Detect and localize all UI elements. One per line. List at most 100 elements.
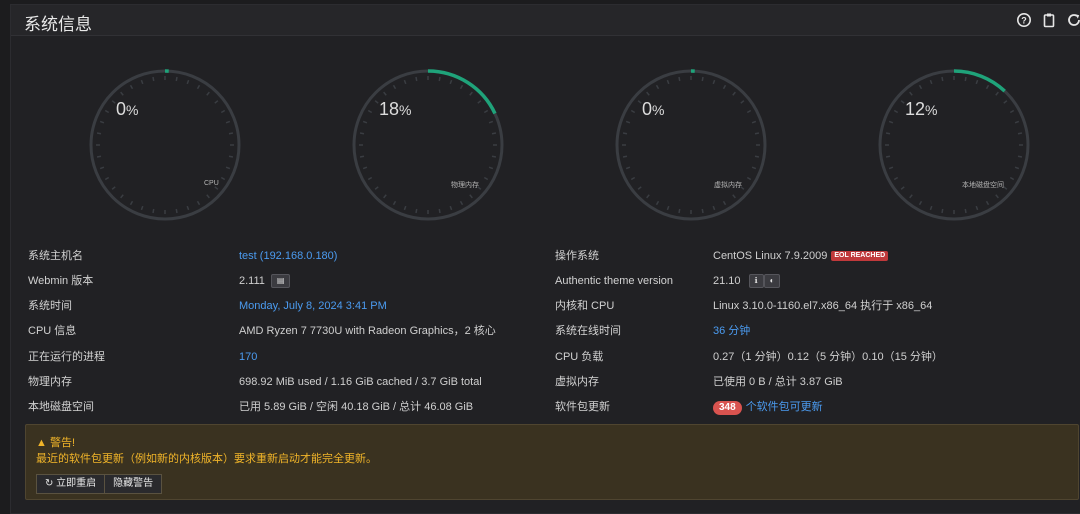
- gauge-tick: [1009, 109, 1015, 114]
- gauge-tick: [995, 91, 999, 96]
- gauge-tick: [483, 176, 489, 181]
- gauge-tick: [415, 208, 418, 214]
- gauge-dial: [878, 69, 1030, 221]
- gauge-tick: [975, 79, 979, 85]
- panel-title: 系统信息: [24, 15, 92, 34]
- processes-link[interactable]: 170: [239, 347, 257, 367]
- gauge-tick: [964, 76, 967, 82]
- gauge-value-arc: [953, 69, 1006, 93]
- gauge-tick: [186, 205, 190, 211]
- gauge-tick: [637, 100, 642, 104]
- clipboard-icon[interactable]: [1041, 12, 1057, 28]
- gauge-tick: [392, 84, 397, 90]
- gauge-tick: [625, 166, 631, 170]
- gauge-tick: [488, 120, 494, 124]
- gauge-tick: [491, 155, 497, 158]
- info-key: 本地磁盘空间: [28, 401, 94, 413]
- gauge-tick: [701, 76, 704, 82]
- gauge-tick: [374, 186, 379, 190]
- info-key: 操作系统: [555, 250, 599, 262]
- restart-button[interactable]: ↻ 立即重启: [36, 474, 106, 494]
- gauge-tick: [985, 200, 990, 206]
- gauge-tick: [383, 194, 387, 199]
- gauge-tick: [220, 176, 226, 181]
- gauge-tick: [403, 79, 407, 85]
- system-info-panel: 系统信息 ? 0% CPU 18% 物理内存 0% 虚拟内存 12% 本地磁盘空…: [10, 4, 1080, 514]
- gauge-tick: [625, 120, 631, 124]
- gauge-tick: [751, 166, 757, 170]
- help-icon[interactable]: ?: [1016, 12, 1032, 28]
- gauge-tick: [104, 109, 110, 114]
- gauge-tick: [1003, 100, 1008, 104]
- gauge-tick: [220, 109, 226, 114]
- gauge-track: [89, 69, 241, 221]
- gauge-tick: [186, 79, 190, 85]
- gauge-tick: [206, 91, 210, 96]
- gauge-tick: [359, 132, 365, 135]
- system-time-link[interactable]: Monday, July 8, 2024 3:41 PM: [239, 296, 387, 316]
- gauge-label: CPU: [204, 180, 219, 187]
- gauge-tick: [885, 155, 891, 158]
- changelog-button[interactable]: ▤: [270, 274, 291, 289]
- info-value: 已使用 0 B / 总计 3.87 GiB: [713, 376, 843, 388]
- gauge-tick: [754, 155, 760, 158]
- info-value: 2.111: [239, 275, 265, 287]
- gauge-tick: [214, 186, 219, 190]
- gauge-tick: [196, 200, 201, 206]
- gauge-tick: [740, 100, 745, 104]
- gauge-tick: [96, 155, 102, 158]
- gauge-tick: [469, 194, 473, 199]
- info-value: Linux 3.10.0-1160.el7.x86_64 执行于 x86_64: [713, 300, 933, 312]
- gauge-tick: [438, 208, 441, 214]
- uptime-link[interactable]: 36 分钟: [713, 321, 750, 341]
- package-updates-link[interactable]: 个软件包可更新: [746, 401, 823, 413]
- gauge-tick: [491, 132, 497, 135]
- gauge-tick: [152, 76, 155, 82]
- gauge-swap: 0% 虚拟内存: [611, 65, 771, 225]
- gauge-tick: [362, 166, 368, 170]
- gauge-tick: [96, 132, 102, 135]
- gauge-tick: [732, 194, 736, 199]
- gauge-tick: [367, 109, 373, 114]
- gauge-tick: [1017, 155, 1023, 158]
- info-key: 内核和 CPU: [555, 300, 615, 312]
- gauge-tick: [712, 79, 716, 85]
- refresh-icon[interactable]: [1066, 12, 1080, 28]
- hostname-link[interactable]: test (192.168.0.180): [239, 246, 337, 266]
- gauge-tick: [678, 208, 681, 214]
- refresh-icon: ↻: [45, 478, 54, 489]
- gauge-tick: [483, 109, 489, 114]
- gauge-track: [878, 69, 1030, 221]
- gauge-percent: 12%: [905, 99, 938, 119]
- gauge-label: 虚拟内存: [714, 182, 742, 189]
- gauge-tick: [392, 200, 397, 206]
- gauge-label: 物理内存: [451, 182, 479, 189]
- gauge-tick: [941, 208, 944, 214]
- gauge-tick: [995, 194, 999, 199]
- gauge-tick: [964, 208, 967, 214]
- info-key: 系统时间: [28, 300, 72, 312]
- palette-icon[interactable]: ◐: [763, 274, 781, 289]
- gauge-tick: [383, 91, 387, 96]
- gauge-tick: [900, 186, 905, 190]
- gauge-tick: [99, 120, 105, 124]
- hide-warning-button[interactable]: 隐藏警告: [105, 474, 163, 494]
- gauge-tick: [1014, 166, 1020, 170]
- gauge-tick: [225, 166, 231, 170]
- gauge-tick: [701, 208, 704, 214]
- gauge-tick: [746, 109, 752, 114]
- gauge-tick: [129, 84, 134, 90]
- gauge-cpu: 0% CPU: [85, 65, 245, 225]
- info-icon[interactable]: ℹ: [748, 274, 764, 289]
- info-key: 系统主机名: [28, 250, 83, 262]
- gauge-tick: [225, 120, 231, 124]
- gauge-tick: [99, 166, 105, 170]
- panel-header: 系统信息 ?: [11, 5, 1080, 36]
- gauge-tick: [622, 132, 628, 135]
- gauge-tick: [722, 200, 727, 206]
- gauge-tick: [941, 76, 944, 82]
- warning-title: ▲ 警告!: [36, 437, 76, 449]
- gauge-tick: [367, 176, 373, 181]
- gauge-tick: [722, 84, 727, 90]
- gauge-disk: 12% 本地磁盘空间: [874, 65, 1034, 225]
